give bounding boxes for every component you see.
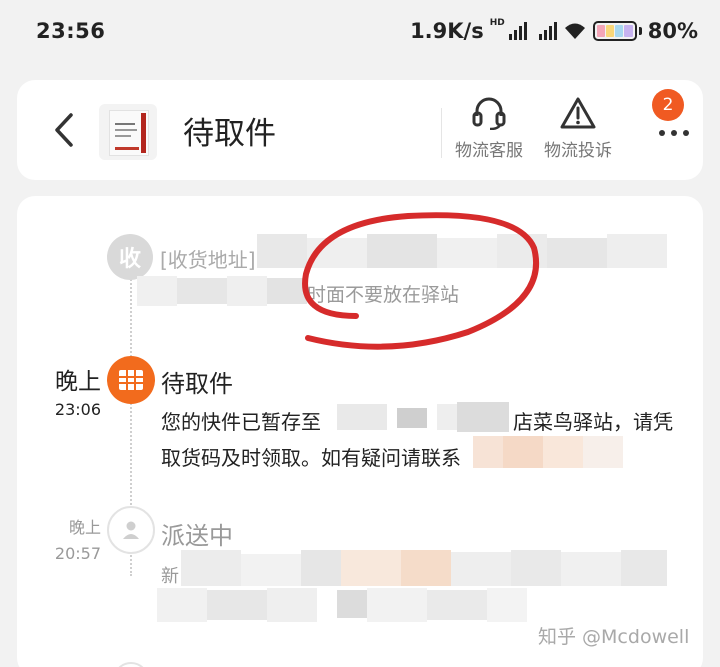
signal-icon	[538, 22, 557, 40]
pickup-time: 晚上 23:06	[55, 362, 101, 419]
pickup-message-part1b: 店菜鸟驿站，请凭	[513, 410, 673, 434]
more-dots-icon	[659, 130, 689, 136]
pickup-date: 晚上	[55, 369, 101, 395]
battery-percent: 80%	[647, 19, 698, 43]
pickup-message-part2: 取货码及时领取。如有疑问请联系	[161, 446, 461, 470]
status-bar: 23:56 1.9K/s HD 80%	[0, 0, 720, 62]
pickup-clock: 23:06	[54, 400, 101, 419]
courier-person-icon	[123, 521, 139, 539]
address-node: 收	[107, 234, 153, 280]
delivering-redaction	[157, 550, 667, 626]
header-divider	[441, 108, 442, 158]
status-time: 23:56	[36, 19, 106, 43]
tracking-card: 收 [收货地址] 时面不要放在驿站 晚上 23:06 待取件 您的快件已暂存至	[17, 196, 703, 667]
chevron-left-icon[interactable]	[51, 112, 77, 148]
address-redaction	[257, 234, 667, 268]
battery-icon	[592, 21, 642, 41]
delivering-status-title: 派送中	[161, 522, 233, 550]
grid-box-icon	[119, 370, 143, 390]
address-prefix: [收货地址]	[160, 248, 256, 272]
complaint-label: 物流投诉	[544, 141, 612, 161]
pickup-message-part1: 您的快件已暂存至	[161, 410, 321, 434]
pickup-status-title: 待取件	[161, 370, 233, 398]
pickup-node	[107, 356, 155, 404]
package-thumbnail	[99, 104, 157, 160]
delivering-node	[107, 506, 155, 554]
status-indicators: 1.9K/s HD 80%	[410, 18, 698, 43]
net-speed: 1.9K/s	[410, 19, 484, 43]
warning-triangle-icon	[560, 97, 596, 129]
address-note: 时面不要放在驿站	[307, 284, 460, 306]
headset-icon	[472, 97, 506, 130]
header-card: 待取件 物流客服 物流投诉	[17, 80, 703, 180]
more-button[interactable]	[653, 116, 697, 146]
signal-hd-icon	[508, 22, 527, 40]
wifi-icon	[564, 23, 585, 39]
address-node-label: 收	[118, 247, 141, 272]
station-redaction	[337, 402, 509, 432]
hd-label: HD	[489, 18, 505, 28]
next-node	[113, 662, 149, 667]
delivering-clock: 20:57	[54, 544, 101, 563]
customer-service-button[interactable]: 物流客服	[449, 96, 529, 161]
delivering-date: 晚上	[68, 518, 101, 537]
phone-redaction	[473, 436, 623, 468]
page-title: 待取件	[183, 116, 276, 152]
customer-service-label: 物流客服	[455, 141, 523, 161]
notification-badge: 2	[652, 89, 684, 121]
watermark: 知乎 @Mcdowell	[538, 626, 690, 648]
complaint-button[interactable]: 物流投诉	[538, 96, 618, 161]
address-redaction-2	[137, 276, 307, 306]
delivering-time: 晚上 20:57	[55, 514, 101, 563]
